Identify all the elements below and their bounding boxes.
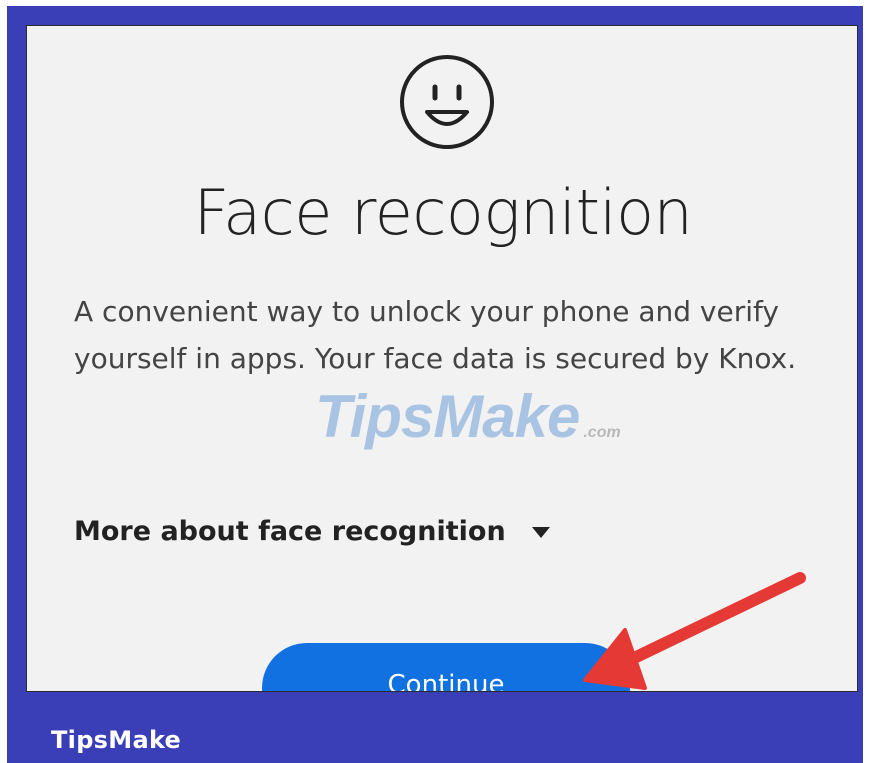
watermark-main: TipsMake (315, 383, 580, 450)
more-label: More about face recognition (74, 516, 506, 547)
caret-down-icon (531, 527, 550, 538)
footer-brand: TipsMake (51, 726, 182, 754)
phone-screen: Face recognition A convenient way to unl… (26, 25, 858, 692)
continue-button[interactable]: Continue (262, 643, 630, 691)
frame: Face recognition A convenient way to unl… (7, 6, 863, 763)
page-title: Face recognition (193, 176, 693, 249)
watermark-suffix: .com (583, 424, 621, 441)
smiley-face-icon (400, 55, 494, 149)
description-text: A convenient way to unlock your phone an… (74, 295, 797, 375)
more-about-face-recognition[interactable]: More about face recognition (74, 516, 550, 547)
watermark: TipsMake .com (315, 382, 621, 451)
